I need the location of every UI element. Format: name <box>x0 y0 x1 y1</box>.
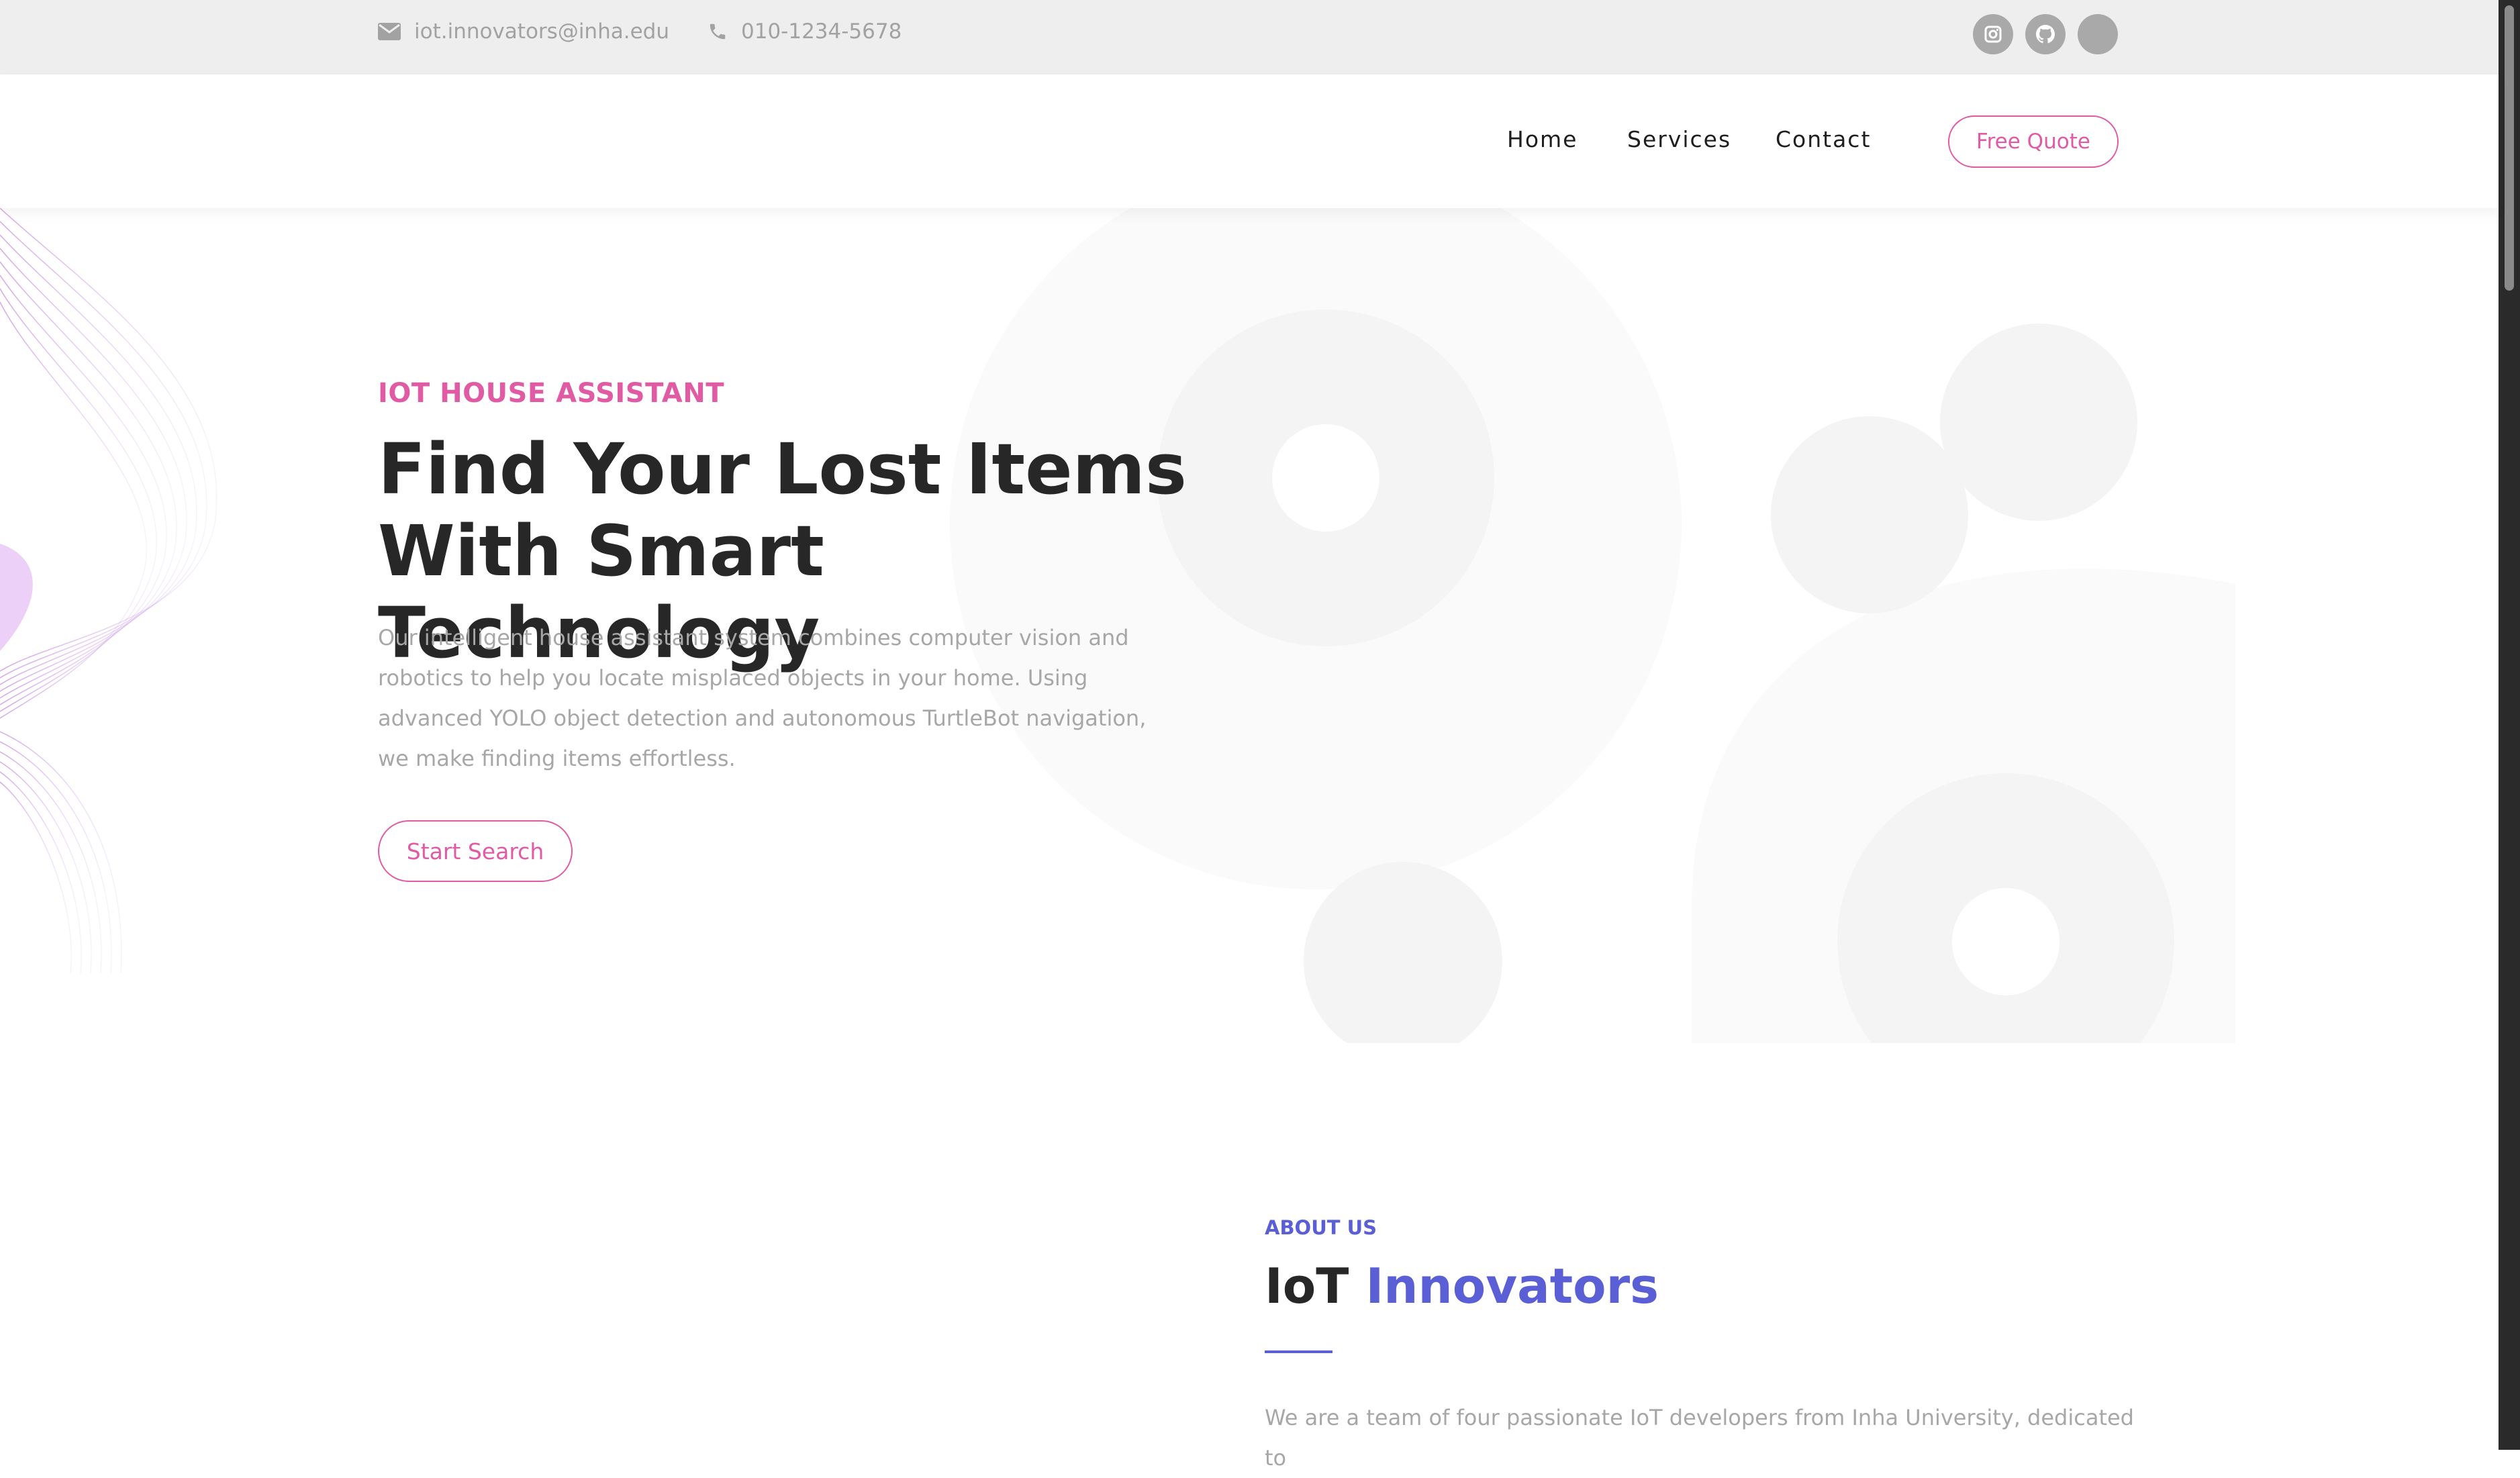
page-scrollbar[interactable] <box>2499 0 2520 1450</box>
topbar-phone[interactable]: 010-1234-5678 <box>708 0 902 63</box>
about-title-prefix: IoT <box>1265 1258 1349 1314</box>
hero-title-line1: Find Your Lost Items <box>378 428 1187 510</box>
about-title-accent: Innovators <box>1365 1258 1659 1314</box>
nav-contact[interactable]: Contact <box>1776 128 1871 150</box>
topbar-phone-text: 010-1234-5678 <box>741 19 902 44</box>
envelope-icon <box>378 23 401 40</box>
about-description: We are a team of four passionate IoT dev… <box>1265 1405 2134 1471</box>
about-eyebrow: ABOUT US <box>1265 1216 1377 1239</box>
instagram-icon <box>1984 26 2002 43</box>
topbar-email-text: iot.innovators@inha.edu <box>414 19 669 44</box>
github-icon <box>2036 25 2055 44</box>
hero-eyebrow: IOT HOUSE ASSISTANT <box>378 378 724 409</box>
nav-services[interactable]: Services <box>1627 128 1731 150</box>
scrollbar-thumb[interactable] <box>2505 5 2514 291</box>
hero-description: Our intelligent house assistant system c… <box>378 625 1147 771</box>
about-title: IoT Innovators <box>1265 1262 1659 1310</box>
start-search-button[interactable]: Start Search <box>378 820 573 882</box>
topbar-email[interactable]: iot.innovators@inha.edu <box>378 0 669 63</box>
about-divider <box>1265 1350 1332 1353</box>
phone-icon <box>710 23 726 40</box>
instagram-link[interactable] <box>1973 14 2013 54</box>
github-link[interactable] <box>2025 14 2066 54</box>
free-quote-button[interactable]: Free Quote <box>1948 115 2119 168</box>
nav-home[interactable]: Home <box>1507 128 1578 150</box>
social-link-blank[interactable] <box>2078 14 2118 54</box>
main-navbar: Home Services Contact Free Quote <box>0 75 2499 208</box>
hero-wave-decoration <box>0 208 217 973</box>
top-contact-bar: iot.innovators@inha.edu 010-1234-5678 <box>0 0 2499 75</box>
